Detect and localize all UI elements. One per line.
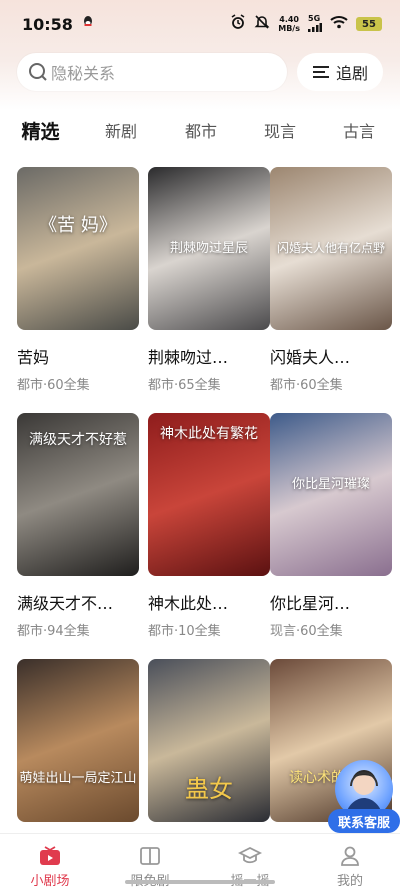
- drama-card[interactable]: 你比星河璀璨 你比星河… 现言·60全集: [270, 413, 392, 639]
- drama-poster: 你比星河璀璨: [270, 413, 392, 576]
- tab-featured[interactable]: 精选: [21, 117, 60, 144]
- tab-modern-romance[interactable]: 现言: [263, 118, 297, 142]
- follow-drama-label: 追剧: [335, 64, 368, 83]
- search-icon: [29, 63, 47, 81]
- mute-icon: [254, 14, 270, 34]
- drama-title: 苦妈: [17, 348, 50, 367]
- drama-meta: 都市·60全集: [270, 378, 343, 393]
- drama-poster: 萌娃出山一局定江山: [17, 659, 139, 822]
- status-time: 10:58: [22, 14, 73, 34]
- person-icon: [341, 846, 359, 866]
- drama-card[interactable]: 蛊女: [148, 659, 270, 822]
- poster-title: 闪婚夫人他有亿点野: [276, 241, 385, 255]
- drama-card[interactable]: 荆棘吻过星辰 荆棘吻过… 都市·65全集: [148, 167, 270, 393]
- search-row: 隐秘关系 追剧: [17, 52, 383, 92]
- nav-item-mine[interactable]: 我的: [300, 834, 400, 889]
- drama-poster: 《苦 妈》: [17, 167, 139, 330]
- drama-title: 闪婚夫人…: [270, 348, 351, 367]
- nav-label: 小剧场: [30, 874, 70, 889]
- drama-poster: 满级天才不好惹: [17, 413, 139, 576]
- drama-meta: 都市·65全集: [148, 378, 221, 393]
- tab-new[interactable]: 新剧: [104, 118, 138, 142]
- customer-service-button[interactable]: 联系客服: [328, 760, 400, 834]
- search-input[interactable]: 隐秘关系: [17, 53, 287, 91]
- drama-card[interactable]: 满级天才不好惹 满级天才不… 都市·94全集: [17, 413, 139, 639]
- drama-title: 神木此处…: [148, 594, 229, 613]
- poster-title: 蛊女: [185, 775, 233, 803]
- drama-poster: 蛊女: [148, 659, 270, 822]
- drama-card[interactable]: 萌娃出山一局定江山: [17, 659, 139, 822]
- drama-poster: 闪婚夫人他有亿点野: [270, 167, 392, 330]
- list-icon: [312, 66, 329, 78]
- nav-item-theater[interactable]: 小剧场: [0, 834, 100, 889]
- battery-indicator: 55: [356, 17, 382, 31]
- drama-card[interactable]: 闪婚夫人他有亿点野 闪婚夫人… 都市·60全集: [270, 167, 392, 393]
- home-indicator: [125, 880, 275, 884]
- tab-ancient-romance[interactable]: 古言: [342, 118, 376, 142]
- poster-title: 神木此处有繁花: [160, 426, 258, 442]
- tv-icon: [40, 846, 60, 865]
- drama-poster: 荆棘吻过星辰: [148, 167, 270, 330]
- follow-drama-button[interactable]: 追剧: [297, 53, 383, 91]
- drama-title: 你比星河…: [270, 594, 351, 613]
- drama-card[interactable]: 神木此处有繁花 神木此处… 都市·10全集: [148, 413, 270, 639]
- service-label: 联系客服: [328, 809, 400, 833]
- net-speed: 4.40 MB/s: [278, 15, 300, 33]
- poster-title: 《苦 妈》: [39, 215, 117, 236]
- poster-title: 满级天才不好惹: [29, 432, 127, 448]
- drama-poster: 神木此处有繁花: [148, 413, 270, 576]
- nav-label: 我的: [336, 874, 363, 889]
- drama-title: 满级天才不…: [17, 594, 114, 613]
- qq-icon: [81, 15, 95, 33]
- poster-title: 你比星河璀璨: [291, 477, 370, 492]
- drama-title: 荆棘吻过…: [148, 348, 229, 367]
- tab-urban[interactable]: 都市: [184, 118, 218, 142]
- poster-title: 萌娃出山一局定江山: [19, 771, 137, 786]
- graduation-cap-icon: [238, 846, 262, 864]
- network-5g: 5G: [308, 14, 322, 34]
- drama-meta: 现言·60全集: [270, 624, 343, 639]
- poster-title: 荆棘吻过星辰: [169, 241, 248, 256]
- drama-card[interactable]: 《苦 妈》 苦妈 都市·60全集: [17, 167, 139, 393]
- drama-meta: 都市·60全集: [17, 378, 90, 393]
- drama-meta: 都市·94全集: [17, 624, 90, 639]
- book-icon: [140, 847, 160, 865]
- drama-meta: 都市·10全集: [148, 624, 221, 639]
- category-tabs: 精选 新剧 都市 现言 古言: [0, 112, 400, 148]
- wifi-icon: [330, 15, 348, 33]
- search-placeholder: 隐秘关系: [51, 64, 116, 83]
- alarm-icon: [230, 14, 246, 34]
- status-bar: 10:58 4.40 MB/s 5G 55: [0, 0, 400, 48]
